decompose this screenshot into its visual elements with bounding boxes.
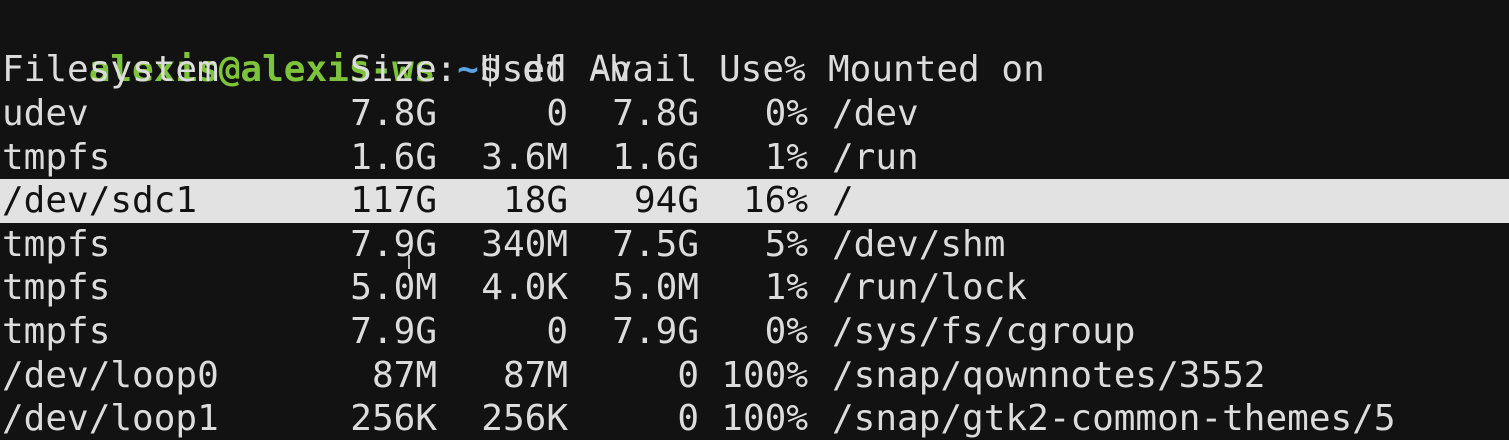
column-header-use-percent: Use% bbox=[719, 49, 806, 90]
terminal-window[interactable]: alexis@alexis-ws:~$ df -h Filesystem Siz… bbox=[0, 0, 1509, 440]
cell-avail: 0 bbox=[677, 355, 699, 396]
cell-filesystem: tmpfs bbox=[2, 267, 111, 308]
cell-mounted-on: / bbox=[832, 180, 854, 221]
cell-used: 4.0K bbox=[481, 267, 568, 308]
cell-size: 7.8G bbox=[350, 93, 437, 134]
cell-mounted-on: /dev bbox=[832, 93, 919, 134]
mouse-ibeam-cursor bbox=[408, 255, 410, 269]
column-header-used: Used bbox=[480, 49, 567, 90]
cell-use-percent: 0% bbox=[764, 93, 808, 134]
cell-use-percent: 1% bbox=[764, 267, 808, 308]
cell-size: 117G bbox=[350, 180, 437, 221]
cell-used: 18G bbox=[502, 180, 568, 221]
cell-size: 256K bbox=[350, 398, 437, 439]
cell-use-percent: 16% bbox=[742, 180, 808, 221]
cell-size: 7.9G bbox=[350, 311, 437, 352]
cell-avail: 7.9G bbox=[612, 311, 699, 352]
cell-used: 0 bbox=[546, 311, 568, 352]
column-header-filesystem: Filesystem bbox=[2, 49, 219, 90]
cell-avail: 7.8G bbox=[612, 93, 699, 134]
table-row: tmpfs 7.9G 340M 7.5G 5% /dev/shm bbox=[2, 223, 1509, 267]
table-row: tmpfs 1.6G 3.6M 1.6G 1% /run bbox=[2, 136, 1509, 180]
cell-mounted-on: /snap/qownnotes/3552 bbox=[832, 355, 1266, 396]
cell-avail: 0 bbox=[677, 398, 699, 439]
cell-use-percent: 1% bbox=[764, 137, 808, 178]
cell-avail: 94G bbox=[633, 180, 699, 221]
cell-used: 256K bbox=[481, 398, 568, 439]
cell-avail: 5.0M bbox=[612, 267, 699, 308]
cell-filesystem: /dev/loop0 bbox=[2, 355, 219, 396]
prompt-line: alexis@alexis-ws:~$ df -h bbox=[2, 4, 631, 90]
cell-used: 87M bbox=[502, 355, 568, 396]
cell-avail: 1.6G bbox=[612, 137, 699, 178]
table-row: /dev/loop0 87M 87M 0 100% /snap/qownnotes/355… bbox=[2, 354, 1509, 398]
cell-size: 1.6G bbox=[350, 137, 437, 178]
cell-mounted-on: /snap/gtk2-common-themes/5 bbox=[832, 398, 1396, 439]
cell-size: 87M bbox=[371, 355, 437, 396]
table-row: udev 7.8G 0 7.8G 0% /dev bbox=[2, 92, 1509, 136]
cell-filesystem: /dev/sdc1 bbox=[2, 180, 198, 221]
cell-used: 0 bbox=[546, 93, 568, 134]
table-row: /dev/loop1 256K 256K 0 100% /snap/gtk2-common… bbox=[2, 397, 1509, 440]
cell-use-percent: 5% bbox=[764, 224, 808, 265]
cell-mounted-on: /dev/shm bbox=[832, 224, 1006, 265]
cell-use-percent: 100% bbox=[721, 355, 808, 396]
cell-used: 3.6M bbox=[481, 137, 568, 178]
cell-size: 7.9G bbox=[350, 224, 437, 265]
table-row: /dev/sdc1 117G 18G 94G 16% / bbox=[0, 179, 1509, 223]
column-header-avail: Avail bbox=[589, 49, 698, 90]
column-header-mounted-on: Mounted on bbox=[828, 49, 1045, 90]
table-row: tmpfs 7.9G 0 7.9G 0% /sys/fs/cgroup bbox=[2, 310, 1509, 354]
cell-size: 5.0M bbox=[350, 267, 437, 308]
table-header: Filesystem Size Used Avail Use% Mounted … bbox=[2, 48, 1509, 92]
cell-use-percent: 100% bbox=[721, 398, 808, 439]
cell-mounted-on: /run/lock bbox=[832, 267, 1028, 308]
cell-filesystem: tmpfs bbox=[2, 311, 111, 352]
cell-filesystem: tmpfs bbox=[2, 224, 111, 265]
table-row: tmpfs 5.0M 4.0K 5.0M 1% /run/lock bbox=[2, 266, 1509, 310]
cell-filesystem: udev bbox=[2, 93, 89, 134]
cell-filesystem: /dev/loop1 bbox=[2, 398, 219, 439]
cell-mounted-on: /sys/fs/cgroup bbox=[832, 311, 1136, 352]
cell-mounted-on: /run bbox=[832, 137, 919, 178]
cell-filesystem: tmpfs bbox=[2, 137, 111, 178]
column-header-size: Size bbox=[350, 49, 437, 90]
cell-use-percent: 0% bbox=[764, 311, 808, 352]
cell-avail: 7.5G bbox=[612, 224, 699, 265]
cell-used: 340M bbox=[481, 224, 568, 265]
